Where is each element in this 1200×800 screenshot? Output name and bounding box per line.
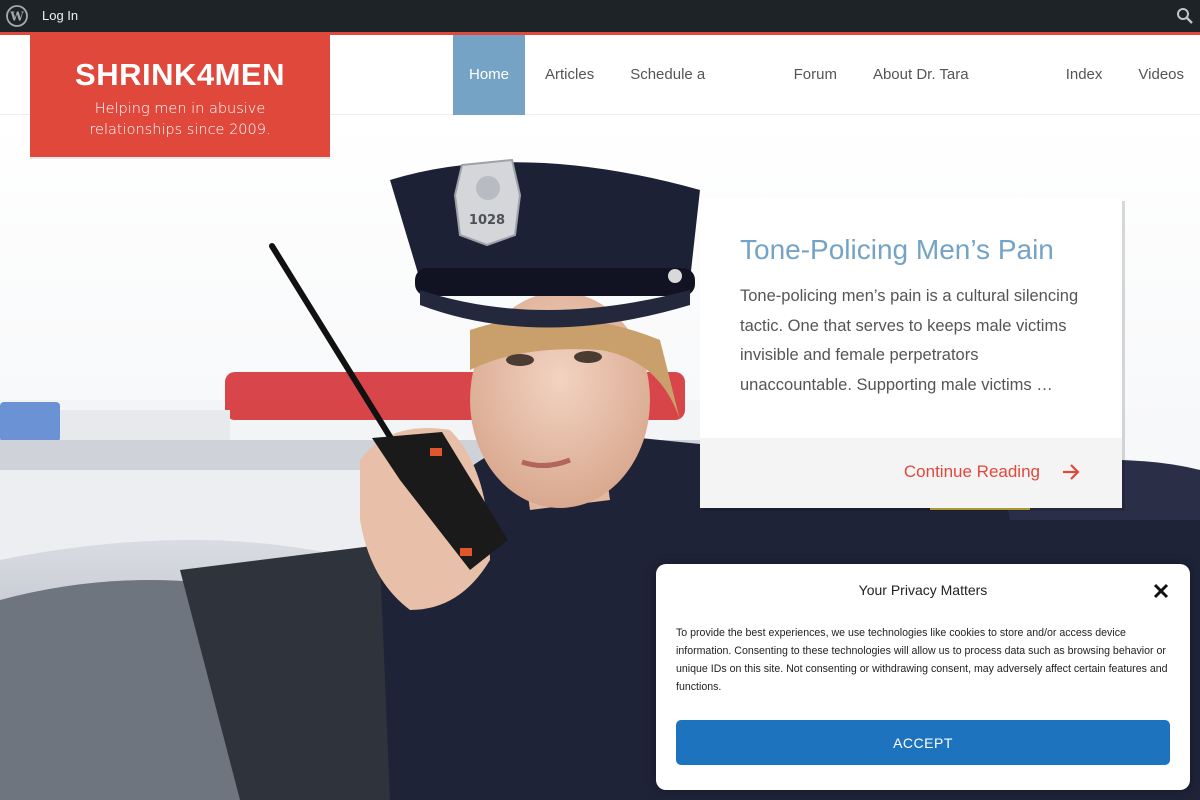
nav-item-articles[interactable]: Articles <box>529 35 610 115</box>
site-title[interactable]: SHRINK4MEN <box>30 57 330 93</box>
badge-number: 1028 <box>469 213 505 228</box>
featured-post-excerpt: Tone-policing men’s pain is a cultural s… <box>740 287 1079 394</box>
nav-item-index[interactable]: Index <box>1050 35 1119 115</box>
nav-item-about[interactable]: About Dr. Tara Palmatier <box>857 35 1046 163</box>
arrow-right-icon[interactable] <box>1062 463 1080 481</box>
featured-post-card: Tone-Policing Men’s Pain Tone-policing m… <box>700 198 1122 508</box>
wordpress-logo-icon[interactable]: W <box>6 5 28 27</box>
search-icon[interactable] <box>1176 7 1194 25</box>
privacy-consent-dialog: Your Privacy Matters To provide the best… <box>656 564 1190 790</box>
nav-item-home[interactable]: Home <box>453 35 526 115</box>
continue-reading-link[interactable]: Continue Reading <box>904 462 1040 482</box>
featured-post-footer: Continue Reading <box>700 438 1122 508</box>
privacy-dialog-title: Your Privacy Matters <box>858 582 988 598</box>
featured-post-title[interactable]: Tone-Policing Men’s Pain <box>740 234 1054 266</box>
accept-button[interactable]: ACCEPT <box>676 720 1170 765</box>
site-branding: SHRINK4MEN Helping men in abusive relati… <box>30 32 330 157</box>
nav-item-schedule-a-session[interactable]: Schedule a Session <box>614 35 773 163</box>
site-tagline: Helping men in abusive relationships sin… <box>89 101 271 138</box>
main-navigation: Home Articles Schedule a Session Forum A… <box>453 35 1200 163</box>
close-icon[interactable] <box>1152 582 1170 600</box>
nav-item-videos[interactable]: Videos <box>1122 35 1200 115</box>
admin-bar: W Log In <box>0 0 1200 32</box>
privacy-dialog-text: To provide the best experiences, we use … <box>676 627 1168 693</box>
nav-item-forum[interactable]: Forum <box>778 35 853 115</box>
login-link[interactable]: Log In <box>42 0 78 32</box>
svg-text:W: W <box>9 10 24 24</box>
